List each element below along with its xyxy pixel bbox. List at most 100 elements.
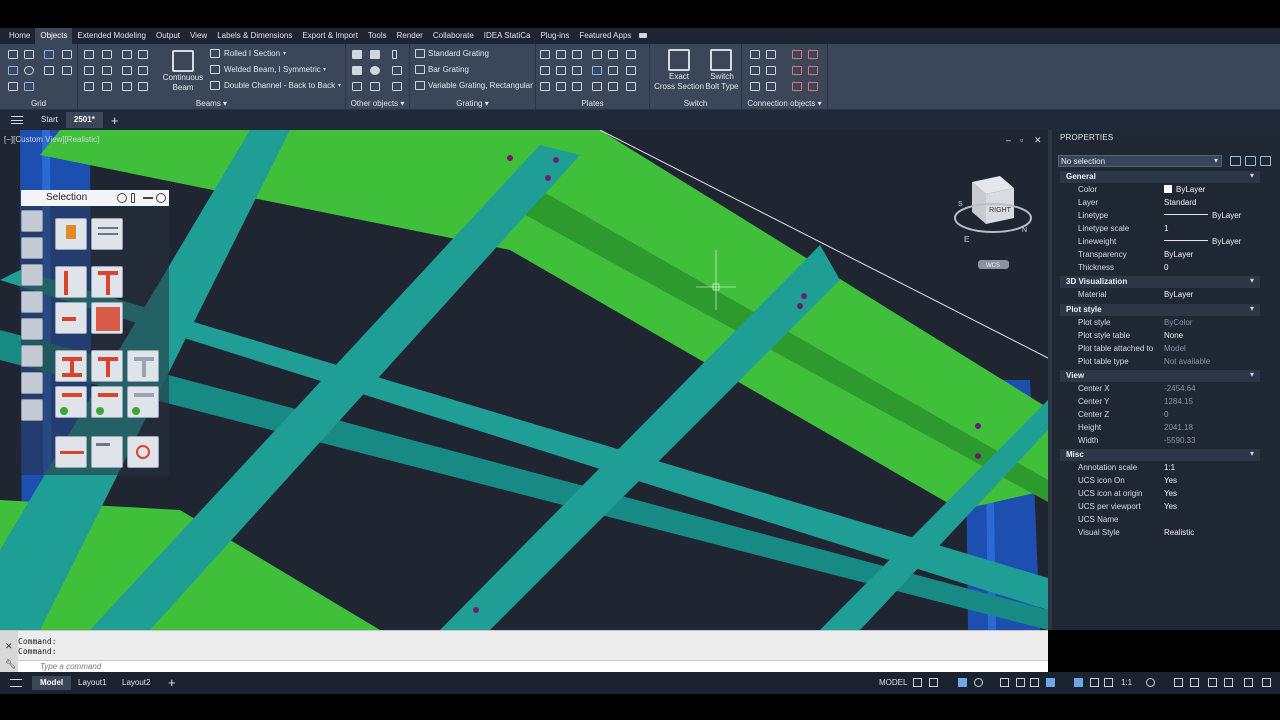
refresh-similar-icon[interactable]: [127, 386, 159, 418]
grid-add-icon[interactable]: [44, 50, 54, 59]
other-shape-9-icon[interactable]: [392, 82, 402, 91]
beam-tool-3-icon[interactable]: [122, 50, 132, 59]
grid-split-icon[interactable]: [44, 66, 54, 75]
panel-title-beams[interactable]: Beams ▾: [78, 99, 345, 108]
select-beam-icon[interactable]: [55, 350, 87, 382]
select-similar-icon[interactable]: [127, 350, 159, 382]
tab-featured-apps[interactable]: Featured Apps: [574, 28, 636, 44]
section-misc[interactable]: Misc: [1060, 449, 1260, 461]
other-shape-1-icon[interactable]: [352, 50, 362, 59]
tab-tools[interactable]: Tools: [363, 28, 392, 44]
double-channel-caret-icon[interactable]: ▾: [338, 82, 341, 89]
edit-selection-icon[interactable]: [91, 436, 123, 468]
section-general[interactable]: General: [1060, 171, 1260, 183]
tab-export-import[interactable]: Export & Import: [297, 28, 363, 44]
beam-tool-11-icon[interactable]: [122, 82, 132, 91]
conn-4-icon[interactable]: [808, 50, 818, 59]
prop-row-linetype-scale[interactable]: Linetype scale 1: [1060, 223, 1260, 236]
section-plot-style[interactable]: Plot style: [1060, 304, 1260, 316]
plate-7-icon[interactable]: [540, 66, 550, 75]
command-line-handle[interactable]: ✕ 🔧︎: [0, 631, 18, 673]
switch-bolt-type-icon[interactable]: [710, 49, 732, 71]
beam-tool-8-icon[interactable]: [138, 66, 148, 75]
beam-tool-4-icon[interactable]: [138, 50, 148, 59]
tab-output[interactable]: Output: [151, 28, 185, 44]
tab-view[interactable]: View: [185, 28, 212, 44]
layout-tab-layout2[interactable]: Layout2: [114, 676, 158, 690]
palette-side-tool-1-icon[interactable]: [21, 210, 43, 232]
select-section-icon[interactable]: [91, 266, 123, 298]
viewport-close-icon[interactable]: ✕: [1034, 135, 1042, 146]
conn-3-icon[interactable]: [792, 50, 802, 59]
tab-home[interactable]: Home: [4, 28, 35, 44]
plate-3-icon[interactable]: [572, 50, 582, 59]
grid-remove-icon[interactable]: [24, 82, 34, 91]
prop-row-ucs-per-viewport[interactable]: UCS per viewport Yes: [1060, 501, 1260, 514]
plate-15-icon[interactable]: [572, 82, 582, 91]
conn-2-icon[interactable]: [766, 50, 776, 59]
other-shape-7-icon[interactable]: [352, 82, 362, 91]
tab-extended-modeling[interactable]: Extended Modeling: [72, 28, 151, 44]
plate-13-icon[interactable]: [540, 82, 550, 91]
continuous-beam-button[interactable]: Continuous Beam: [162, 73, 204, 93]
grid-display-icon[interactable]: [913, 678, 922, 687]
tab-collaborate[interactable]: Collaborate: [428, 28, 479, 44]
prop-row-visual-style[interactable]: Visual Style Realistic: [1060, 527, 1260, 540]
conn-9-icon[interactable]: [750, 82, 760, 91]
prop-row-plot-style-table[interactable]: Plot style table None: [1060, 330, 1260, 343]
beam-tool-9-icon[interactable]: [84, 82, 94, 91]
double-channel-button[interactable]: Double Channel - Back to Back: [224, 81, 335, 90]
object-list-icon[interactable]: [91, 218, 123, 250]
other-shape-3-icon[interactable]: [392, 50, 397, 59]
palette-minimize-icon[interactable]: [143, 197, 153, 199]
menu-icon[interactable]: [11, 116, 23, 124]
switch-bolt-type-button[interactable]: Switch Bolt Type: [704, 72, 740, 92]
prop-row-thickness[interactable]: Thickness 0: [1060, 262, 1260, 275]
quick-select-icon[interactable]: [1260, 156, 1271, 166]
conn-12-icon[interactable]: [808, 82, 818, 91]
plate-18-icon[interactable]: [626, 82, 636, 91]
prop-row-ucs-icon-on[interactable]: UCS icon On Yes: [1060, 475, 1260, 488]
refresh-type-icon[interactable]: [91, 386, 123, 418]
tab-objects[interactable]: Objects: [35, 28, 73, 44]
layout-menu-icon[interactable]: [10, 679, 22, 687]
palette-side-tool-2-icon[interactable]: [21, 237, 43, 259]
doc-tab-start[interactable]: Start: [33, 112, 66, 128]
ortho-mode-icon[interactable]: [958, 678, 967, 687]
workspace-gear-icon[interactable]: [1146, 678, 1155, 687]
panel-title-connection-objects[interactable]: Connection objects ▾: [742, 99, 827, 108]
grid-radial-icon[interactable]: [24, 66, 34, 75]
prop-row-ucs-name[interactable]: UCS Name: [1060, 514, 1260, 527]
prop-row-lineweight[interactable]: Lineweight ByLayer: [1060, 236, 1260, 249]
palette-side-tool-3-icon[interactable]: [21, 264, 43, 286]
palette-side-tool-7-icon[interactable]: [21, 372, 43, 394]
prop-row-transparency[interactable]: Transparency ByLayer: [1060, 249, 1260, 262]
beam-tool-1-icon[interactable]: [84, 50, 94, 59]
plate-1-icon[interactable]: [540, 50, 550, 59]
conn-7-icon[interactable]: [792, 66, 802, 75]
add-selection-icon[interactable]: [55, 266, 87, 298]
selection-cycling-icon[interactable]: [1046, 678, 1055, 687]
grid-edit-icon[interactable]: [62, 50, 72, 59]
clean-screen-icon[interactable]: [1244, 678, 1253, 687]
exact-cross-section-icon[interactable]: [668, 49, 690, 71]
new-tab-plus-icon[interactable]: +: [103, 113, 127, 128]
prop-row-color[interactable]: Color ByLayer: [1060, 184, 1260, 197]
beam-tool-2-icon[interactable]: [102, 50, 112, 59]
section-3d-visualization[interactable]: 3D Visualization: [1060, 276, 1260, 288]
palette-side-tool-8-icon[interactable]: [21, 399, 43, 421]
other-shape-4-icon[interactable]: [352, 66, 362, 75]
polar-tracking-icon[interactable]: [974, 678, 983, 687]
auto-scale-icon[interactable]: [1090, 678, 1099, 687]
layout-tab-model[interactable]: Model: [32, 676, 72, 690]
zoom-selection-icon[interactable]: [127, 436, 159, 468]
prop-row-ucs-icon-origin[interactable]: UCS icon at origin Yes: [1060, 488, 1260, 501]
selection-palette-header[interactable]: Selection: [21, 190, 169, 206]
plate-16-icon[interactable]: [592, 82, 602, 91]
tab-render[interactable]: Render: [392, 28, 428, 44]
palette-settings-icon[interactable]: [117, 193, 127, 203]
customization-menu-icon[interactable]: [1262, 678, 1271, 687]
annotation-monitor-icon[interactable]: [1174, 678, 1183, 687]
section-view[interactable]: View: [1060, 370, 1260, 382]
grid-rect-icon[interactable]: [8, 66, 18, 75]
